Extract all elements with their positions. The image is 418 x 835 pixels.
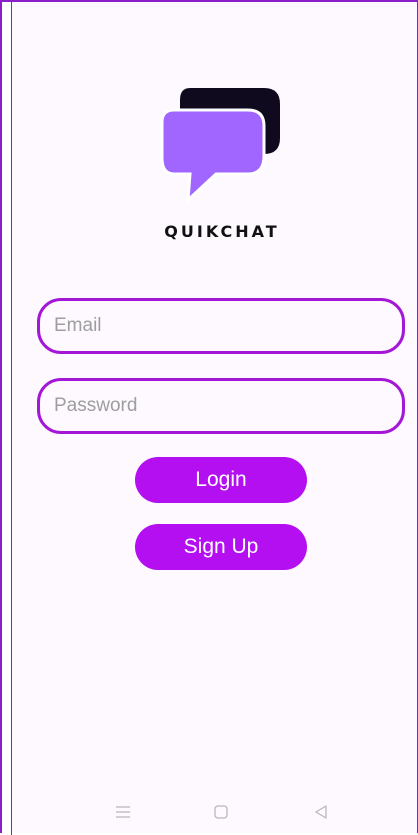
email-input[interactable] <box>37 298 405 354</box>
password-input[interactable] <box>37 378 405 434</box>
system-navigation-bar <box>12 792 418 832</box>
chat-bubbles-icon <box>160 88 280 202</box>
front-bubble <box>160 108 266 202</box>
brand-name: QUIKCHAT <box>164 222 280 241</box>
menu-icon[interactable] <box>108 798 138 826</box>
back-icon[interactable] <box>306 798 336 826</box>
left-gutter <box>2 2 12 835</box>
login-button[interactable]: Login <box>135 457 307 503</box>
signup-button[interactable]: Sign Up <box>135 524 307 570</box>
login-screen: QUIKCHAT Login Sign Up <box>0 0 418 835</box>
home-icon[interactable] <box>206 798 236 826</box>
